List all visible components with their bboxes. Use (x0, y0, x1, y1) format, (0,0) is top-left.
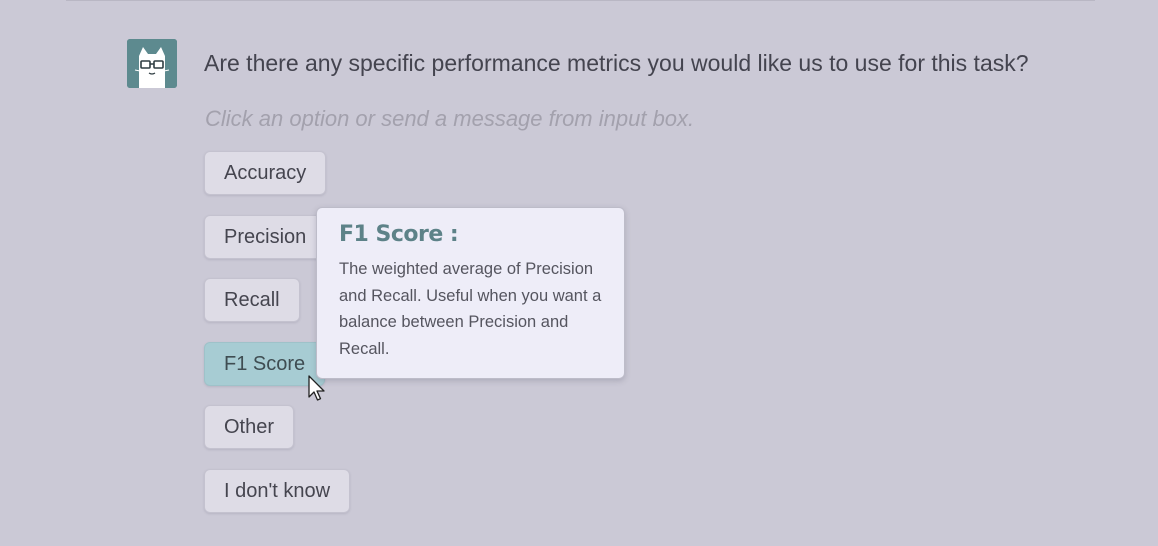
option-accuracy-button[interactable]: Accuracy (204, 151, 327, 195)
option-recall-button[interactable]: Recall (204, 278, 300, 322)
option-i-dont-know-button[interactable]: I don't know (204, 469, 351, 513)
bot-avatar-cat-icon (127, 39, 177, 88)
tooltip-title: F1 Score : (339, 222, 459, 247)
input-hint: Click an option or send a message from i… (205, 106, 695, 131)
option-precision-button[interactable]: Precision (204, 215, 327, 259)
f1-score-tooltip: F1 Score : The weighted average of Preci… (316, 207, 625, 379)
mouse-pointer-icon (307, 374, 327, 404)
top-panel (66, 0, 1095, 1)
assistant-question: Are there any specific performance metri… (204, 50, 1029, 76)
tooltip-description: The weighted average of Precision and Re… (339, 260, 602, 358)
option-other-button[interactable]: Other (204, 405, 295, 449)
